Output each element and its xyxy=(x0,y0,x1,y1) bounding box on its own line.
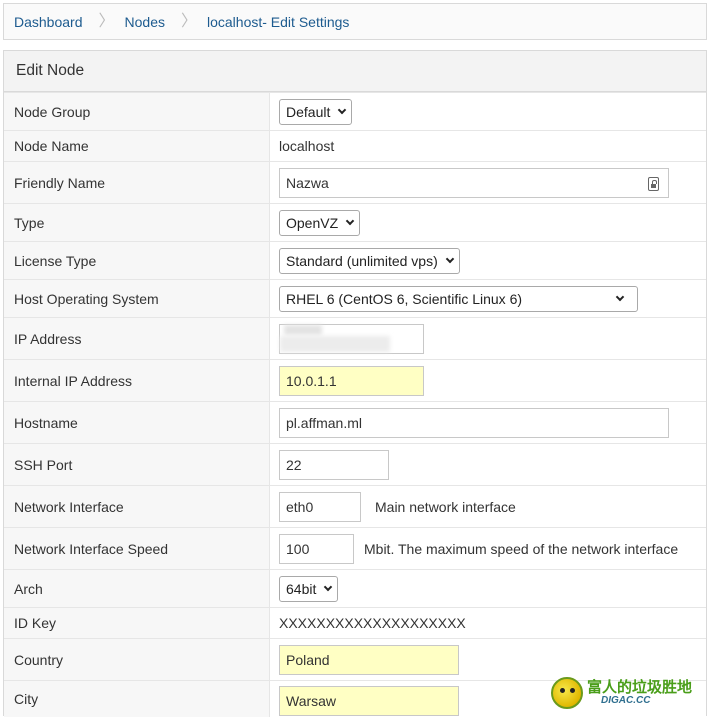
row-arch: Arch 64bit xyxy=(4,569,706,607)
row-node-group: Node Group Default xyxy=(4,92,706,130)
host-os-label: Host Operating System xyxy=(4,280,270,317)
row-hostname: Hostname pl.affman.ml xyxy=(4,401,706,443)
row-id-key: ID Key XXXXXXXXXXXXXXXXXXXX xyxy=(4,607,706,638)
country-input[interactable]: Poland xyxy=(279,644,459,675)
city-input[interactable]: Warsaw xyxy=(279,686,459,716)
row-license-type: License Type Standard (unlimited vps) xyxy=(4,241,706,279)
breadcrumb-current[interactable]: localhost- Edit Settings xyxy=(207,14,349,30)
row-internal-ip: Internal IP Address 10.0.1.1 xyxy=(4,359,706,401)
row-ip-address: IP Address xyxy=(4,317,706,359)
internal-ip-label: Internal IP Address xyxy=(4,360,270,401)
network-speed-label: Network Interface Speed xyxy=(4,528,270,569)
internal-ip-input[interactable]: 10.0.1.1 xyxy=(279,365,424,396)
arch-label: Arch xyxy=(4,570,270,607)
type-value: OpenVZ xyxy=(286,214,339,231)
edit-node-panel: Edit Node Node Group Default Node Name l… xyxy=(3,50,707,717)
license-type-value: Standard (unlimited vps) xyxy=(286,252,438,269)
chevron-down-icon xyxy=(338,105,347,114)
network-interface-label: Network Interface xyxy=(4,486,270,527)
city-label: City xyxy=(4,681,270,717)
row-node-name: Node Name localhost xyxy=(4,130,706,161)
arch-value: 64bit xyxy=(286,580,317,597)
friendly-name-label: Friendly Name xyxy=(4,162,270,203)
chevron-down-icon xyxy=(615,292,625,301)
breadcrumb: Dashboard 〉 Nodes 〉 localhost- Edit Sett… xyxy=(3,3,707,40)
ip-address-label: IP Address xyxy=(4,318,270,359)
chevron-down-icon xyxy=(345,216,355,225)
watermark-cn: 富人的垃圾胜地 xyxy=(587,678,693,696)
row-type: Type OpenVZ xyxy=(4,203,706,241)
license-type-select[interactable]: Standard (unlimited vps) xyxy=(279,247,460,274)
redaction-blur xyxy=(284,325,322,335)
id-key-label: ID Key xyxy=(4,608,270,638)
node-name-value: localhost xyxy=(279,138,335,154)
chevron-down-icon xyxy=(445,254,454,263)
ssh-port-value: 22 xyxy=(286,456,302,473)
arch-select[interactable]: 64bit xyxy=(279,575,339,602)
network-speed-value: 100 xyxy=(286,540,310,557)
network-interface-hint: Main network interface xyxy=(375,498,516,515)
breadcrumb-separator-icon: 〉 xyxy=(180,12,197,30)
network-speed-input[interactable]: 100 xyxy=(279,533,354,564)
node-group-select[interactable]: Default xyxy=(279,98,353,125)
host-os-value: RHEL 6 (CentOS 6, Scientific Linux 6) xyxy=(286,290,523,307)
breadcrumb-separator-icon: 〉 xyxy=(98,12,115,30)
chevron-down-icon xyxy=(324,582,333,591)
country-label: Country xyxy=(4,639,270,680)
city-value: Warsaw xyxy=(286,693,337,709)
ssh-port-label: SSH Port xyxy=(4,444,270,485)
breadcrumb-dashboard[interactable]: Dashboard xyxy=(14,14,83,30)
network-interface-value: eth0 xyxy=(286,498,314,515)
watermark-en: DIGAC.CC xyxy=(601,694,651,706)
row-ssh-port: SSH Port 22 xyxy=(4,443,706,485)
redaction-blur xyxy=(280,336,390,352)
node-name-label: Node Name xyxy=(4,131,270,161)
hostname-label: Hostname xyxy=(4,402,270,443)
network-speed-hint: Mbit. The maximum speed of the network i… xyxy=(364,540,679,557)
hostname-value: pl.affman.ml xyxy=(286,414,362,431)
row-network-speed: Network Interface Speed 100 Mbit. The ma… xyxy=(4,527,706,569)
hostname-input[interactable]: pl.affman.ml xyxy=(279,407,669,438)
host-os-select[interactable]: RHEL 6 (CentOS 6, Scientific Linux 6) xyxy=(279,285,638,312)
license-type-label: License Type xyxy=(4,242,270,279)
type-select[interactable]: OpenVZ xyxy=(279,209,361,236)
site-watermark: 富人的垃圾胜地 DIGAC.CC xyxy=(551,672,703,714)
row-host-os: Host Operating System RHEL 6 (CentOS 6, … xyxy=(4,279,706,317)
panel-title: Edit Node xyxy=(4,51,706,92)
friendly-name-value: Nazwa xyxy=(286,174,329,191)
ssh-port-input[interactable]: 22 xyxy=(279,449,389,480)
type-label: Type xyxy=(4,204,270,241)
row-network-interface: Network Interface eth0 Main network inte… xyxy=(4,485,706,527)
breadcrumb-nodes[interactable]: Nodes xyxy=(125,14,165,30)
country-value: Poland xyxy=(286,651,330,668)
id-key-value: XXXXXXXXXXXXXXXXXXXX xyxy=(279,615,466,631)
mascot-logo-icon xyxy=(551,677,583,709)
network-interface-input[interactable]: eth0 xyxy=(279,491,361,522)
node-group-value: Default xyxy=(286,103,331,120)
friendly-name-input[interactable]: Nazwa xyxy=(279,167,669,198)
internal-ip-value: 10.0.1.1 xyxy=(286,372,337,389)
row-friendly-name: Friendly Name Nazwa xyxy=(4,161,706,203)
password-manager-icon[interactable] xyxy=(648,176,659,191)
node-group-label: Node Group xyxy=(4,93,270,130)
